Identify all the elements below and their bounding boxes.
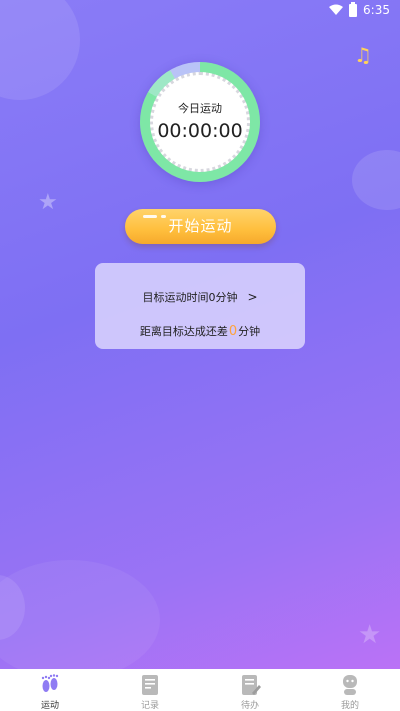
record-doc-icon	[142, 675, 158, 695]
nav-label-todo: 待办	[240, 701, 259, 711]
nav-item-exercise[interactable]: 运动	[0, 669, 100, 711]
app-screen: ★ ★ 6:35 ♫ 今日运动 00:00:00 开始运动 目标运动时间0分钟 >…	[0, 0, 400, 711]
timer-ring: 今日运动 00:00:00	[140, 62, 260, 182]
remaining-prefix: 距离目标达成还差	[139, 325, 228, 338]
footprints-icon	[41, 674, 59, 692]
music-icon[interactable]: ♫	[352, 44, 374, 66]
start-exercise-button[interactable]: 开始运动	[125, 209, 276, 244]
wifi-icon	[329, 4, 344, 15]
chevron-right-icon: >	[247, 290, 258, 304]
nav-label-records: 记录	[140, 701, 159, 711]
status-time: 6:35	[363, 3, 390, 17]
todo-edit-icon	[242, 675, 261, 695]
decor-star-icon: ★	[358, 620, 382, 650]
start-exercise-label: 开始运动	[168, 217, 233, 235]
nav-item-records[interactable]: 记录	[100, 669, 200, 711]
remaining-value: 0	[228, 324, 238, 339]
button-shine	[143, 215, 157, 218]
nav-item-profile[interactable]: 我的	[300, 669, 400, 711]
battery-icon	[349, 1, 358, 17]
remaining-suffix: 分钟	[238, 325, 261, 338]
status-bar: 6:35	[0, 0, 400, 22]
timer-time: 00:00:00	[157, 120, 243, 142]
status-icons: 6:35	[329, 1, 390, 17]
nav-item-todo[interactable]: 待办	[200, 669, 300, 711]
decor-bubble	[0, 560, 160, 680]
goal-card: 目标运动时间0分钟 > 距离目标达成还差0分钟	[95, 263, 305, 349]
timer-label: 今日运动	[178, 102, 222, 115]
bottom-nav: 运动 记录 待办 我的	[0, 669, 400, 711]
decor-star-icon: ★	[38, 190, 58, 215]
remaining-row: 距离目标达成还差0分钟	[95, 323, 305, 339]
profile-icon	[343, 675, 357, 695]
decor-bubble	[352, 150, 400, 210]
nav-label-exercise: 运动	[40, 701, 59, 711]
button-shine	[161, 215, 166, 218]
goal-setting-row[interactable]: 目标运动时间0分钟 >	[95, 289, 305, 305]
goal-text: 目标运动时间0分钟	[142, 291, 238, 304]
nav-label-profile: 我的	[340, 701, 359, 711]
